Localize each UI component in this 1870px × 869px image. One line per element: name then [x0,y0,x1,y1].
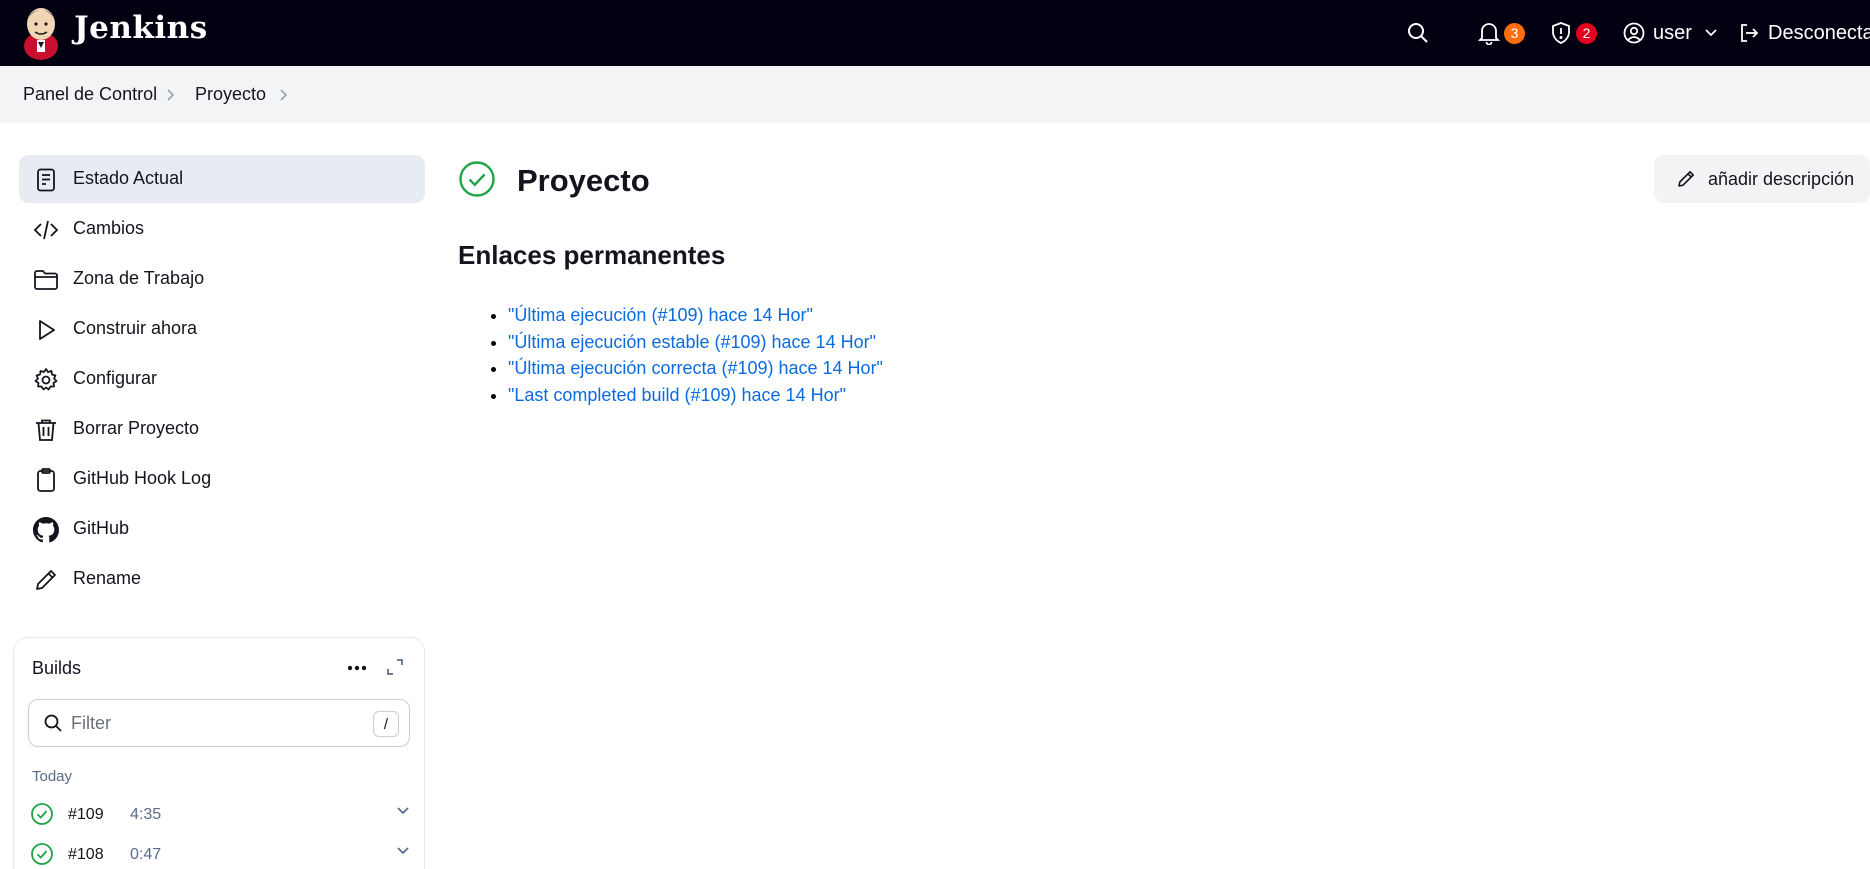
sidebar-item-label: GitHub Hook Log [73,468,212,488]
trash-icon [36,419,56,441]
expand-icon[interactable] [384,656,406,678]
filter-input[interactable] [71,710,351,736]
builds-filter: / [28,699,410,747]
code-icon [33,220,59,240]
chevron-down-icon[interactable] [396,846,410,856]
folder-icon [34,270,58,290]
permalink-last-stable-build[interactable]: "Última ejecución estable (#109) hace 14… [508,332,876,352]
sidebar-item-label: Cambios [73,218,145,238]
sidebar-item-github-hook-log[interactable]: GitHub Hook Log [19,455,425,503]
success-status-icon [459,161,495,197]
builds-title: Builds [32,658,82,678]
play-icon [39,320,55,340]
search-icon [44,714,62,732]
sidebar-item-label: Construir ahora [73,318,198,338]
pencil-icon [36,570,56,590]
shield-warning-icon [1552,22,1570,44]
logout-label: Desconectar [1768,21,1870,44]
sidebar-item-label: Rename [73,568,142,588]
build-row[interactable]: #109 4:35 [30,800,410,830]
breadcrumb: Panel de Control Proyecto [0,66,1870,123]
security-count-badge: 2 [1576,22,1597,44]
add-description-button[interactable]: añadir descripción [1654,155,1870,203]
sidebar-item-label: Configurar [73,368,158,388]
list-item: "Última ejecución (#109) hace 14 Hor" [508,302,883,329]
search-icon [1408,23,1428,43]
notifications-button[interactable]: 3 [1478,0,1525,66]
build-row[interactable]: #108 0:47 [30,840,410,869]
build-group-label: Today [32,768,73,785]
sidebar-item-construir-ahora[interactable]: Construir ahora [19,305,425,353]
top-header: Jenkins 3 2 user Desconectar [0,0,1870,66]
success-check-icon [31,843,53,865]
build-time: 0:47 [130,846,162,863]
jenkins-logo-icon[interactable] [22,4,60,62]
permalinks-heading: Enlaces permanentes [458,240,726,270]
list-item: "Last completed build (#109) hace 14 Hor… [508,382,883,409]
user-name: user [1653,21,1692,44]
builds-panel: Builds / Today #109 4:35 #108 0:47 [13,637,425,869]
sidebar-item-label: Estado Actual [73,168,184,188]
github-icon [33,517,59,543]
breadcrumb-item-project[interactable]: Proyecto [195,84,266,105]
user-icon [1623,22,1645,44]
success-check-icon [31,803,53,825]
chevron-down-icon[interactable] [396,806,410,816]
pencil-icon [1678,171,1694,187]
build-number[interactable]: #109 [68,806,104,824]
gear-icon [34,368,58,391]
page-title: Proyecto [517,163,650,198]
sidebar-item-github[interactable]: GitHub [19,505,425,553]
sidebar-item-label: Borrar Proyecto [73,418,200,438]
breadcrumb-item-dashboard[interactable]: Panel de Control [23,84,157,105]
bell-icon [1478,23,1500,45]
chevron-right-icon[interactable] [279,88,289,102]
sidebar-item-configurar[interactable]: Configurar [19,355,425,403]
sidebar-item-cambios[interactable]: Cambios [19,205,425,253]
chevron-right-icon[interactable] [166,88,176,102]
more-options-icon[interactable] [342,656,372,680]
document-icon [37,168,55,192]
notifications-count-badge: 3 [1504,22,1525,44]
brand-name[interactable]: Jenkins [74,10,208,46]
user-menu[interactable]: user [1623,0,1718,66]
sidebar-item-borrar-proyecto[interactable]: Borrar Proyecto [19,405,425,453]
sidebar-item-label: GitHub [73,518,130,538]
list-item: "Última ejecución correcta (#109) hace 1… [508,355,883,382]
list-item: "Última ejecución estable (#109) hace 14… [508,329,883,356]
build-number[interactable]: #108 [68,846,104,864]
sidebar-item-estado-actual[interactable]: Estado Actual [19,155,425,203]
clipboard-icon [37,468,55,492]
add-description-label: añadir descripción [1708,169,1855,189]
logout-icon [1741,24,1759,42]
permalink-last-successful-build[interactable]: "Última ejecución correcta (#109) hace 1… [508,358,883,378]
sidebar-item-zona-de-trabajo[interactable]: Zona de Trabajo [19,255,425,303]
filter-shortcut-key: / [373,711,399,737]
sidebar-item-label: Zona de Trabajo [73,268,205,288]
build-time: 4:35 [130,806,162,823]
logout-button[interactable]: Desconectar [1738,0,1870,66]
permalink-last-build[interactable]: "Última ejecución (#109) hace 14 Hor" [508,305,813,325]
chevron-down-icon [1705,29,1717,37]
permalink-last-completed-build[interactable]: "Last completed build (#109) hace 14 Hor… [508,385,846,405]
permalinks-list: "Última ejecución (#109) hace 14 Hor" "Ú… [508,302,883,408]
sidebar-item-rename[interactable]: Rename [19,555,425,603]
security-button[interactable]: 2 [1550,0,1597,66]
search-button[interactable] [1406,0,1430,66]
